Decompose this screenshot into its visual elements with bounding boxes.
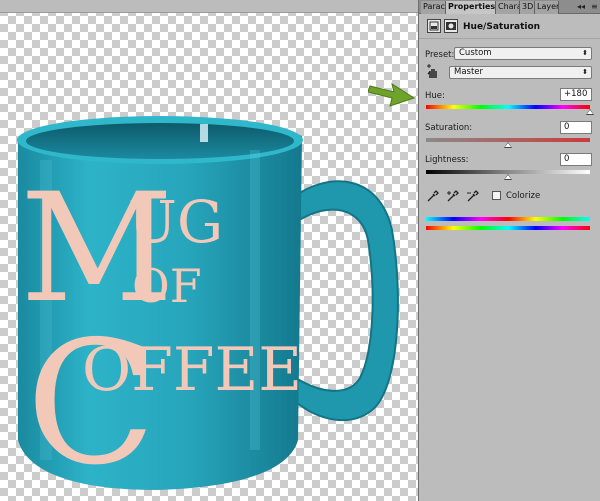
- tab-character[interactable]: Chara: [496, 1, 520, 14]
- collapse-panel-button[interactable]: ◂◂: [577, 1, 585, 13]
- saturation-slider-thumb[interactable]: [504, 142, 512, 148]
- panel-tab-bar: Parac Properties Chara 3D Layer ◂◂ ≡: [419, 0, 600, 14]
- mug-text-ug: UG: [128, 188, 223, 256]
- mug-highlight: [200, 124, 208, 142]
- channel-value: Master: [454, 67, 484, 77]
- tab-properties[interactable]: Properties: [446, 1, 496, 14]
- mug-handle: [290, 180, 399, 422]
- chevron-updown-icon: ⬍: [582, 49, 588, 57]
- saturation-input[interactable]: 0: [560, 121, 592, 134]
- preset-select[interactable]: Custom ⬍: [454, 47, 592, 60]
- mug-text-offee: OFFEE: [82, 335, 302, 405]
- eyedropper-icon[interactable]: [426, 190, 439, 203]
- input-color-bar: [426, 226, 590, 230]
- adjustment-title: Hue/Saturation: [463, 22, 541, 32]
- mask-icon[interactable]: [444, 19, 458, 33]
- arrow-icon: [368, 82, 416, 107]
- eyedropper-plus-icon[interactable]: [446, 190, 459, 203]
- lightness-slider-thumb[interactable]: [504, 174, 512, 180]
- mug-image: M UG OF C OFFEE: [17, 116, 399, 501]
- mug-sheen: [250, 150, 260, 450]
- eyedropper-minus-icon[interactable]: [466, 190, 479, 203]
- preset-label: Preset:: [425, 50, 455, 60]
- hue-label: Hue:: [425, 91, 445, 101]
- adjusted-color-bar: [426, 217, 590, 221]
- chevron-updown-icon: ⬍: [582, 68, 588, 76]
- colorize-label: Colorize: [506, 191, 541, 201]
- adjustment-header: Hue/Saturation: [419, 15, 600, 39]
- channel-select[interactable]: Master ⬍: [449, 66, 592, 79]
- hue-input[interactable]: +180: [560, 88, 592, 101]
- tab-layers[interactable]: Layer: [535, 1, 559, 14]
- preset-value: Custom: [459, 48, 492, 58]
- hue-slider-thumb[interactable]: [586, 109, 594, 115]
- panel-menu-button[interactable]: ≡: [591, 1, 598, 13]
- saturation-label: Saturation:: [425, 123, 473, 133]
- lightness-input[interactable]: 0: [560, 153, 592, 166]
- adjustment-layer-icon[interactable]: [427, 19, 441, 33]
- document-canvas[interactable]: M UG OF C OFFEE: [0, 0, 418, 501]
- lightness-label: Lightness:: [425, 155, 469, 165]
- tab-3d[interactable]: 3D: [520, 1, 535, 14]
- tab-paragraph[interactable]: Parac: [421, 1, 446, 14]
- colorize-checkbox[interactable]: [492, 191, 501, 200]
- hand-target-icon[interactable]: [425, 64, 441, 80]
- hue-slider-track[interactable]: [426, 105, 590, 109]
